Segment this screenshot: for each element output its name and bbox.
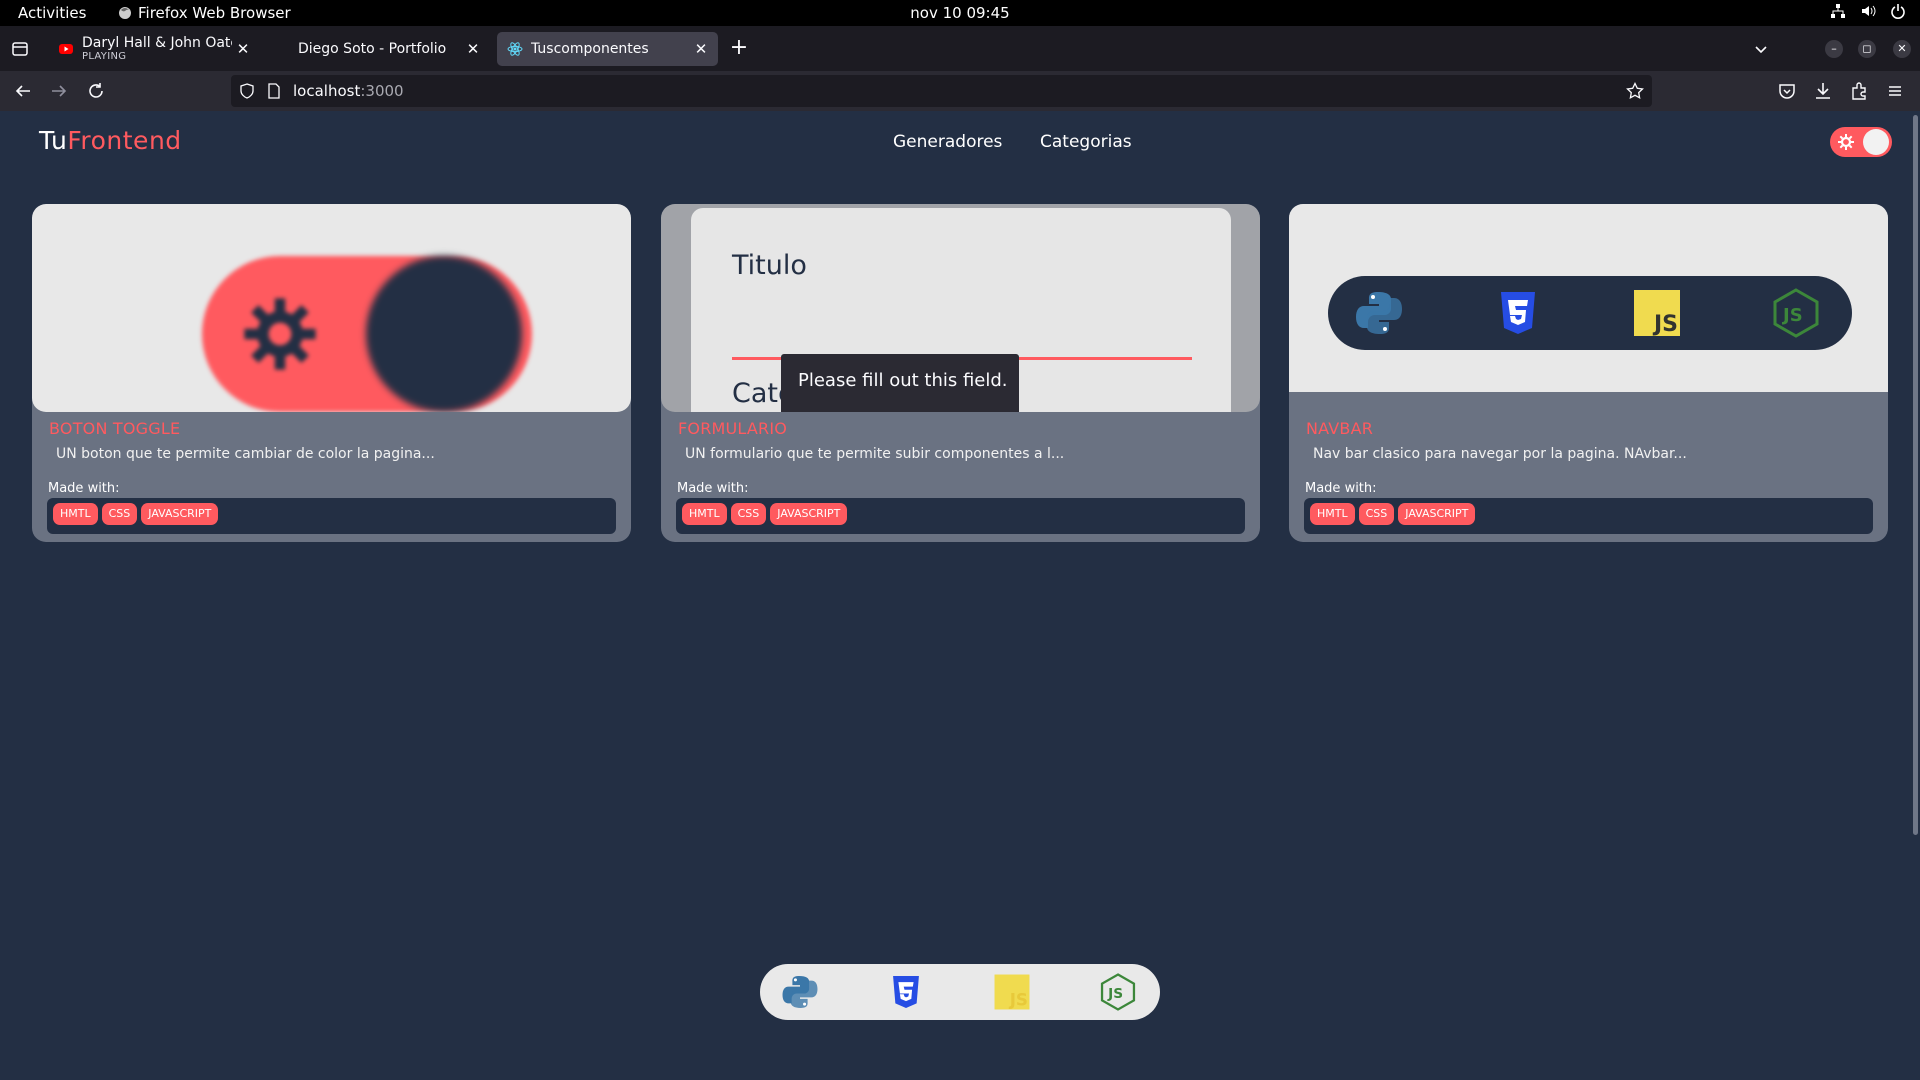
downloads-icon[interactable]: [1812, 80, 1834, 102]
component-card-formulario[interactable]: Titulo Categorias Please fill out this f…: [661, 204, 1260, 542]
url-text: localhost:3000: [293, 82, 404, 100]
tab-portfolio[interactable]: Diego Soto - Portfolio ✕: [264, 32, 490, 66]
svg-text:JS: JS: [1652, 312, 1678, 337]
page-info-icon[interactable]: [267, 83, 281, 99]
clock[interactable]: nov 10 09:45: [0, 4, 1920, 22]
tab-playing-label: PLAYING: [82, 51, 127, 62]
youtube-icon: [59, 44, 73, 54]
card-description: UN formulario que te permite subir compo…: [685, 446, 1065, 462]
logo-accent: Frontend: [67, 126, 182, 155]
tag-css: CSS: [1358, 503, 1395, 525]
card-description: UN boton que te permite cambiar de color…: [56, 446, 435, 462]
tab-tuscomponentes[interactable]: Tuscomponentes ✕: [497, 32, 718, 66]
system-top-bar: Activities Firefox Web Browser nov 10 09…: [0, 0, 1920, 26]
reload-icon[interactable]: [85, 80, 107, 102]
web-page: TuFrontend Generadores Categorias BOTON …: [0, 111, 1920, 1080]
tag-html: HMTL: [1310, 503, 1355, 525]
tag-javascript: JAVASCRIPT: [770, 503, 848, 525]
tag-javascript: JAVASCRIPT: [1398, 503, 1476, 525]
made-with-label: Made with:: [1305, 481, 1377, 496]
tab-title: Tuscomponentes: [531, 41, 649, 57]
svg-text:JS: JS: [1781, 305, 1803, 326]
card-description: Nav bar clasico para navegar por la pagi…: [1313, 446, 1687, 462]
url-host: localhost: [293, 82, 361, 100]
toggle-knob: [366, 256, 522, 412]
nav-link-categorias[interactable]: Categorias: [1040, 132, 1132, 152]
tag-html: HMTL: [53, 503, 98, 525]
tab-strip: Daryl Hall & John Oates - PLAYING ✕ Dieg…: [0, 26, 1920, 71]
tracking-protection-icon[interactable]: [239, 83, 255, 99]
tab-title: Daryl Hall & John Oates -: [82, 36, 232, 51]
tech-tags: HMTL CSS JAVASCRIPT: [1304, 498, 1873, 534]
navbar-preview: JS JS: [1328, 276, 1852, 350]
nodejs-icon[interactable]: JS: [1099, 973, 1137, 1011]
tag-javascript: JAVASCRIPT: [141, 503, 219, 525]
javascript-icon[interactable]: JS: [993, 973, 1031, 1011]
javascript-icon: JS: [1634, 290, 1680, 337]
python-icon: [1356, 292, 1402, 334]
close-tab-icon[interactable]: ✕: [232, 38, 254, 60]
system-tray[interactable]: [1830, 3, 1906, 19]
card-preview: [32, 204, 631, 412]
card-preview: Titulo Categorias Please fill out this f…: [661, 204, 1260, 412]
tag-css: CSS: [101, 503, 138, 525]
menu-icon[interactable]: [1884, 80, 1906, 102]
tag-css: CSS: [730, 503, 767, 525]
theme-toggle[interactable]: [1830, 127, 1892, 157]
volume-icon: [1862, 5, 1876, 17]
gear-icon: [244, 298, 316, 370]
list-all-tabs-icon[interactable]: [1750, 38, 1772, 60]
toggle-preview: [202, 256, 532, 412]
blank-favicon: [274, 41, 290, 57]
bookmark-star-icon[interactable]: [1626, 82, 1644, 100]
nodejs-icon: JS: [1773, 288, 1819, 338]
component-card-toggle[interactable]: BOTON TOGGLE UN boton que te permite cam…: [32, 204, 631, 542]
component-card-navbar[interactable]: JS JS NAVBAR Nav bar clasico para navega…: [1289, 204, 1888, 542]
card-title: FORMULARIO: [678, 419, 788, 438]
css3-icon[interactable]: [887, 973, 925, 1011]
logo-prefix: Tu: [39, 126, 68, 155]
close-tab-icon[interactable]: ✕: [690, 38, 712, 60]
svg-text:JS: JS: [1009, 990, 1028, 1010]
tech-tags: HMTL CSS JAVASCRIPT: [676, 498, 1245, 534]
power-icon: [1891, 4, 1905, 19]
card-preview: JS JS: [1289, 204, 1888, 392]
python-icon[interactable]: [781, 973, 819, 1011]
tech-dock: JS JS: [760, 964, 1160, 1020]
close-window-button[interactable]: ✕: [1893, 40, 1911, 58]
page-scrollbar[interactable]: [1913, 115, 1918, 835]
close-tab-icon[interactable]: ✕: [462, 38, 484, 60]
tech-tags: HMTL CSS JAVASCRIPT: [47, 498, 616, 534]
url-bar[interactable]: localhost:3000: [231, 75, 1652, 107]
react-icon: [507, 42, 523, 56]
url-port: :3000: [360, 82, 404, 100]
pocket-icon[interactable]: [1776, 80, 1798, 102]
svg-text:JS: JS: [1107, 986, 1123, 1002]
forward-icon[interactable]: [48, 80, 70, 102]
maximize-window-button[interactable]: ◻: [1858, 40, 1876, 58]
back-icon[interactable]: [12, 80, 34, 102]
new-tab-button[interactable]: +: [728, 37, 750, 60]
firefox-view-icon[interactable]: [10, 39, 30, 59]
nav-link-generadores[interactable]: Generadores: [893, 132, 1002, 152]
card-title: BOTON TOGGLE: [49, 419, 181, 438]
made-with-label: Made with:: [677, 481, 749, 496]
site-logo[interactable]: TuFrontend: [39, 126, 182, 155]
toggle-knob: [1863, 129, 1889, 155]
tag-html: HMTL: [682, 503, 727, 525]
card-title: NAVBAR: [1306, 419, 1374, 438]
tab-title: Diego Soto - Portfolio: [298, 41, 447, 57]
tab-youtube[interactable]: Daryl Hall & John Oates - PLAYING ✕: [48, 32, 260, 66]
made-with-label: Made with:: [48, 481, 120, 496]
css3-icon: [1501, 292, 1535, 334]
gear-icon: [1838, 134, 1854, 150]
form-field-label: Titulo: [732, 250, 807, 281]
network-icon: [1831, 4, 1845, 18]
validation-tooltip: Please fill out this field.: [781, 354, 1019, 412]
navigation-toolbar: localhost:3000: [0, 71, 1920, 111]
minimize-window-button[interactable]: –: [1825, 40, 1843, 58]
extensions-icon[interactable]: [1848, 80, 1870, 102]
